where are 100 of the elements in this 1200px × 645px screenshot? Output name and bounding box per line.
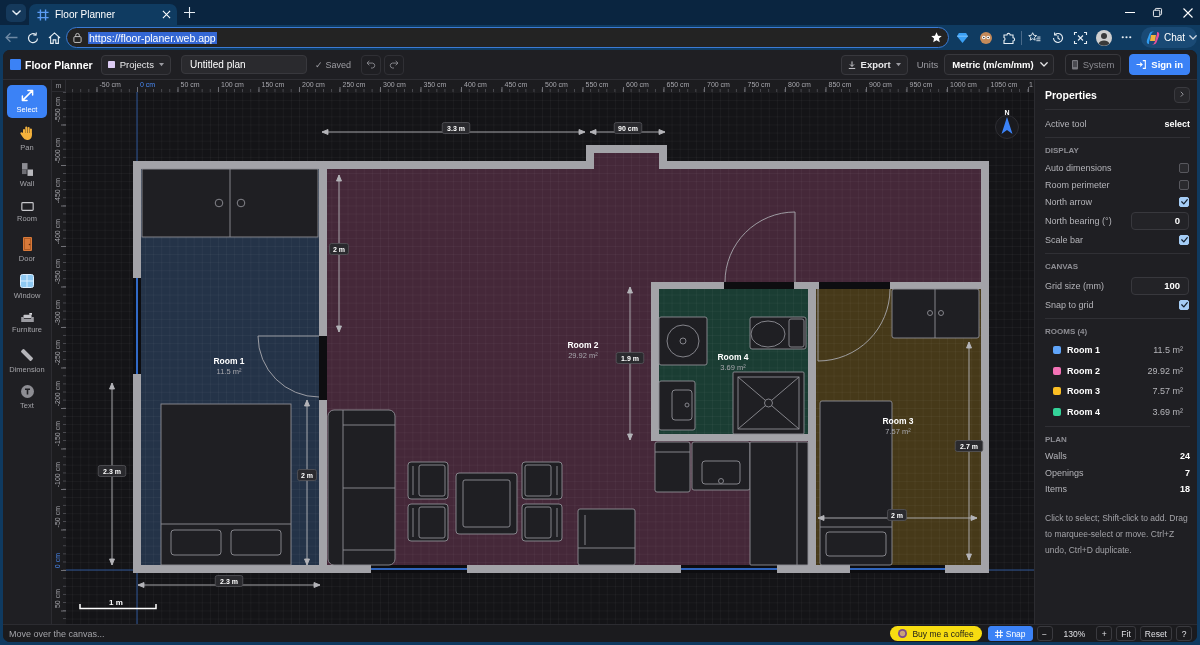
chevron-down-icon <box>11 9 21 16</box>
section-heading: DISPLAY <box>1045 146 1080 156</box>
screenshot-icon[interactable] <box>1074 31 1087 44</box>
reload-icon[interactable] <box>27 31 39 44</box>
door <box>257 335 327 400</box>
setting-label: Scale bar <box>1045 234 1084 245</box>
room-name[interactable]: Room 1 <box>1067 345 1148 356</box>
number-field[interactable]: 0 <box>1131 211 1189 230</box>
star-icon[interactable] <box>931 32 942 43</box>
phone-icon <box>1071 59 1078 70</box>
redo-icon <box>389 60 400 69</box>
room-name[interactable]: Room 3 <box>1067 386 1147 397</box>
door-icon <box>22 236 32 251</box>
avatar-icon[interactable] <box>1095 29 1112 46</box>
tab-list-button[interactable] <box>6 3 26 22</box>
more-icon[interactable] <box>1121 36 1132 39</box>
download-icon <box>847 60 856 69</box>
room-area: 3.69 m² <box>1152 406 1183 417</box>
scale-label: 1 m <box>109 598 123 607</box>
text-tool-icon <box>20 385 34 398</box>
status-hint: Move over the canvas... <box>9 628 106 639</box>
coffee-icon <box>898 629 908 638</box>
bathroom-sink <box>658 316 708 366</box>
stat-value: 18 <box>1180 484 1190 495</box>
section-heading: PLAN <box>1045 435 1068 445</box>
help-button[interactable]: ? <box>1176 626 1192 641</box>
active-tool-value: select <box>1164 118 1190 129</box>
room-area: 7.57 m² <box>1152 386 1183 397</box>
undo-icon <box>366 60 377 69</box>
history-icon[interactable] <box>1051 31 1064 44</box>
chat-button[interactable]: Chat <box>1141 27 1197 48</box>
setting-label: Snap to grid <box>1045 299 1094 310</box>
compass-icon <box>995 115 1019 139</box>
export-button[interactable]: Export <box>840 54 908 75</box>
redo-button[interactable] <box>384 54 405 75</box>
close-icon[interactable] <box>162 10 171 19</box>
room-area: 11.5 m² <box>1153 345 1183 356</box>
url-text[interactable]: https://floor-planer.web.app <box>88 31 217 44</box>
bricks-icon <box>21 163 33 176</box>
projects-button[interactable]: Projects <box>100 54 171 75</box>
help-text: Click to select; Shift-click to add. Drag to marquee-select or move. Ctrl+Z undo, Ctrl+D duplicate. <box>1045 511 1189 557</box>
washbasin <box>658 380 696 431</box>
setting-label: Auto dimensions <box>1045 162 1112 173</box>
undo-button[interactable] <box>361 54 382 75</box>
snap-button[interactable]: Snap <box>987 626 1033 641</box>
dining-table <box>455 472 518 535</box>
restore-icon[interactable] <box>1153 8 1162 17</box>
room-name: Room 2 <box>567 340 599 350</box>
zoom-in-button[interactable]: + <box>1096 626 1113 641</box>
stat-label: Walls <box>1045 451 1067 462</box>
stat-label: Items <box>1045 484 1067 495</box>
reset-button[interactable]: Reset <box>1139 626 1172 641</box>
address-bar[interactable]: https://floor-planer.web.app <box>66 27 949 48</box>
units-dropdown[interactable]: Metric (m/cm/mm) <box>944 54 1054 75</box>
favorites-icon[interactable] <box>1028 32 1041 43</box>
room-name[interactable]: Room 4 <box>1067 406 1147 417</box>
grid-icon <box>994 629 1003 638</box>
puzzle-icon[interactable] <box>1002 31 1015 44</box>
checkmark-icon <box>1180 236 1188 243</box>
face-icon[interactable] <box>979 31 992 44</box>
fit-button[interactable]: Fit <box>1116 626 1136 641</box>
window-icon <box>20 273 34 288</box>
checkbox[interactable] <box>1179 162 1189 173</box>
gem-icon[interactable] <box>957 32 968 43</box>
chair <box>521 503 563 542</box>
chat-logo-icon <box>1146 30 1160 45</box>
stat-label: Openings <box>1045 467 1084 478</box>
back-arrow-icon[interactable] <box>5 31 18 44</box>
grid-icon <box>37 8 49 21</box>
chevron-down-icon <box>1189 35 1198 40</box>
room-area: 29.92 m² <box>1147 365 1183 376</box>
section-heading: CANVAS <box>1045 262 1080 272</box>
chair <box>407 461 449 500</box>
theme-button[interactable]: System <box>1064 54 1122 75</box>
expand-arrows-icon <box>20 89 34 102</box>
number-field[interactable]: 100 <box>1131 276 1189 295</box>
coffee-button[interactable]: Buy me a coffee <box>890 626 982 641</box>
toilet <box>749 316 807 350</box>
armchair <box>577 508 636 566</box>
plus-icon[interactable] <box>184 7 195 18</box>
hand-icon <box>20 125 34 140</box>
room-name[interactable]: Room 2 <box>1067 365 1142 376</box>
room-name: Room 1 <box>213 356 245 366</box>
home-icon[interactable] <box>48 31 61 44</box>
chair <box>407 503 449 542</box>
units-label: Units <box>916 59 939 70</box>
close-icon[interactable] <box>1183 7 1193 18</box>
checkbox[interactable] <box>1179 179 1189 190</box>
checkmark-icon <box>1180 198 1188 205</box>
browser-tab[interactable]: Floor Planner <box>29 4 177 25</box>
active-tool-label: Active tool <box>1045 118 1087 129</box>
panel-title: Properties <box>1045 88 1097 101</box>
plan-name-field[interactable]: Untitled plan <box>181 55 307 74</box>
zoom-out-button[interactable]: − <box>1036 626 1053 641</box>
sign-in-button[interactable]: Sign in <box>1129 54 1190 75</box>
sofa-icon <box>20 313 34 322</box>
setting-label: North bearing (°) <box>1045 215 1112 226</box>
caret-icon <box>895 62 901 67</box>
chair <box>521 461 563 500</box>
setting-label: Room perimeter <box>1045 179 1110 190</box>
